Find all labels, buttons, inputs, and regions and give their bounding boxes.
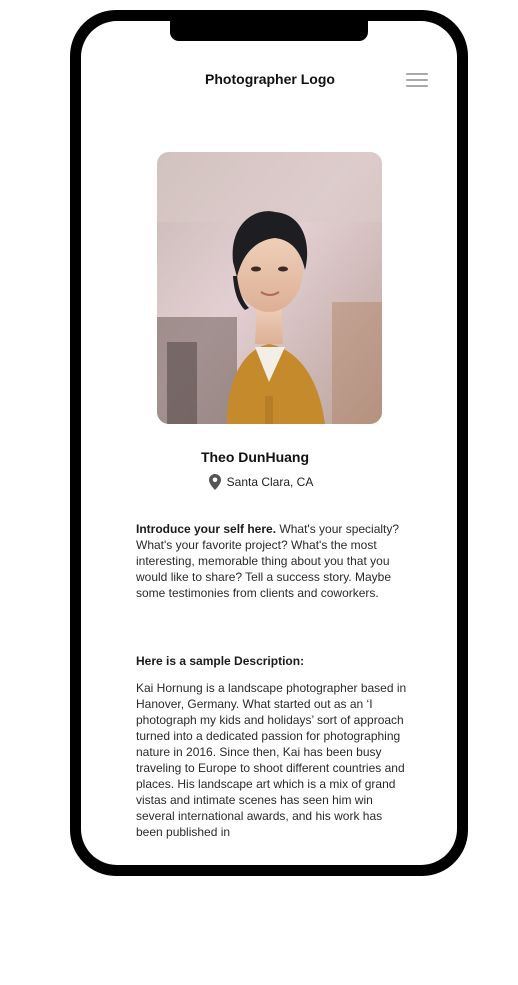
portrait-image — [157, 152, 382, 424]
menu-line — [406, 79, 428, 81]
phone-frame: Photographer Logo Theo DunHuang Santa Cl… — [70, 10, 468, 876]
menu-line — [406, 73, 428, 75]
phone-notch — [170, 21, 368, 41]
intro-paragraph: Introduce your self here. What's your sp… — [136, 521, 408, 601]
menu-line — [406, 85, 428, 87]
intro-lead: Introduce your self here. — [136, 522, 277, 536]
location-text: Santa Clara, CA — [226, 475, 314, 489]
sample-heading: Here is a sample Description: — [136, 654, 305, 668]
profile-photo — [157, 152, 382, 424]
profile-name: Theo DunHuang — [200, 449, 310, 465]
sample-description: Kai Hornung is a landscape photographer … — [136, 681, 407, 839]
phone-screen: Photographer Logo Theo DunHuang Santa Cl… — [81, 21, 457, 865]
profile-location: Santa Clara, CA — [81, 473, 441, 491]
hamburger-menu-icon[interactable] — [406, 73, 428, 89]
location-pin-icon — [208, 474, 221, 490]
photographer-logo[interactable]: Photographer Logo — [81, 71, 457, 87]
